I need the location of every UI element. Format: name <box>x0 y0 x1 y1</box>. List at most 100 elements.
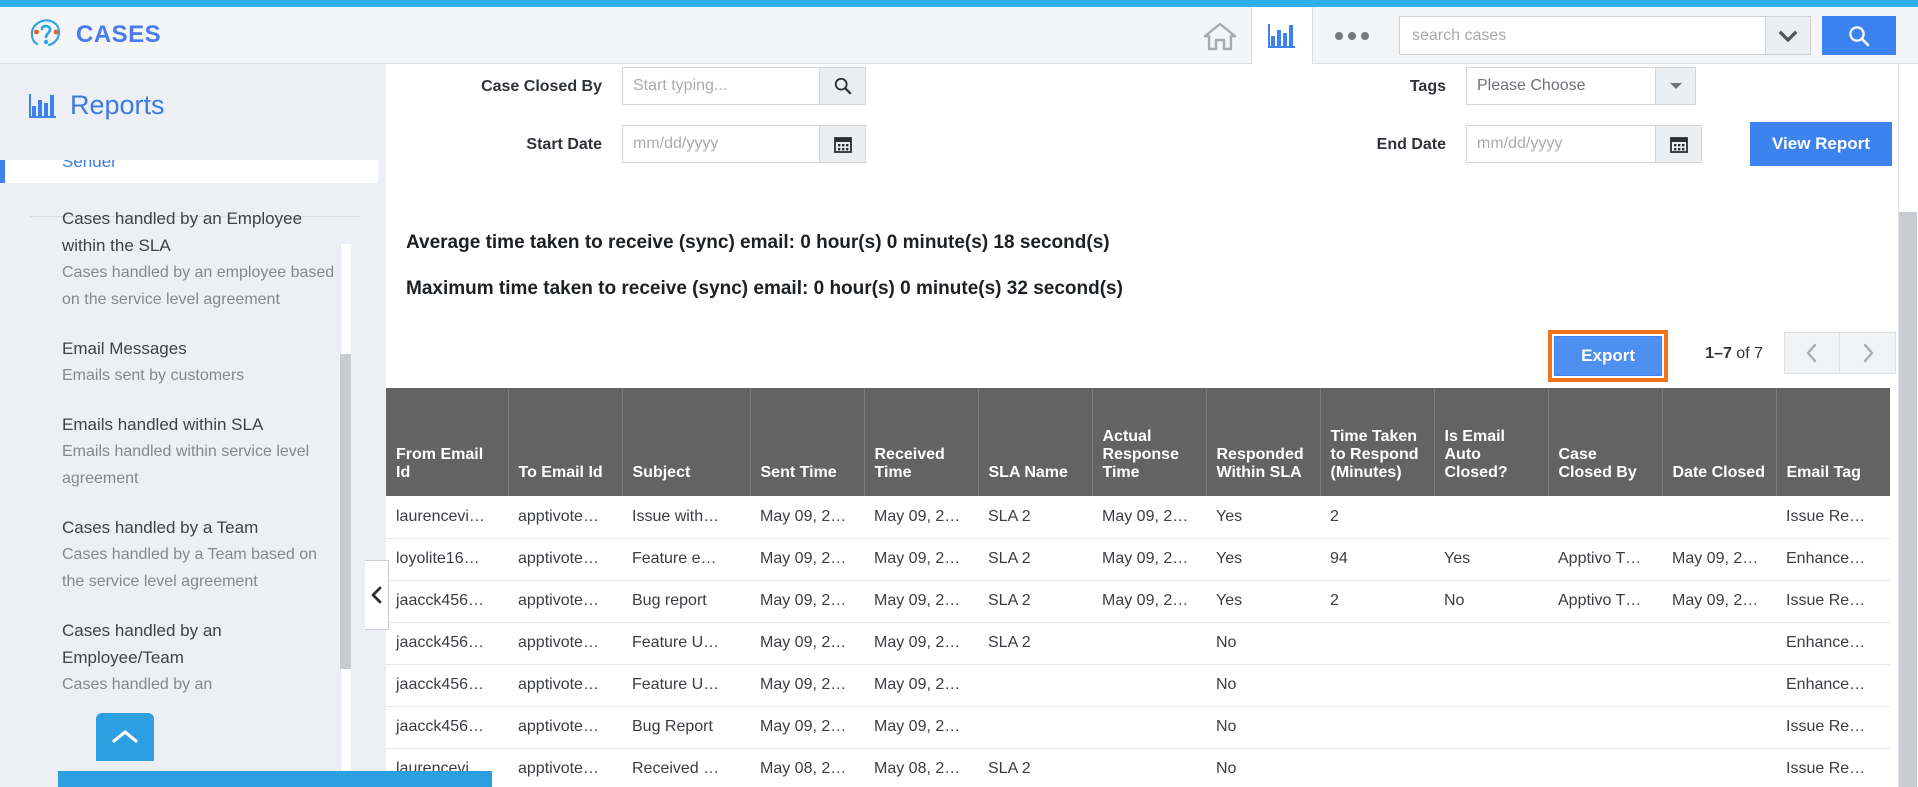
next-page-button[interactable] <box>1840 332 1896 374</box>
start-date-input[interactable] <box>622 125 820 163</box>
table-cell <box>1320 622 1434 665</box>
sidebar-item-sender[interactable]: Sender <box>0 160 378 183</box>
start-date-label: Start Date <box>526 136 602 153</box>
table-row[interactable]: laurencevi… apptivote… Issue with… May 09, … <box>386 496 1890 539</box>
report-main-panel: Case Closed By Tags Please Choose <box>386 64 1918 787</box>
reports-sidebar: Reports Sender Cases handled by an Emplo… <box>0 64 378 787</box>
table-cell <box>1662 706 1776 749</box>
sidebar-collapse-toggle[interactable] <box>365 560 389 630</box>
table-cell: Yes <box>1434 538 1548 581</box>
table-cell: apptivote… <box>508 580 622 623</box>
col-sla-name[interactable]: SLA Name <box>978 388 1093 496</box>
table-cell: May 09, 2… <box>1092 580 1206 623</box>
report-desc: Emails sent by customers <box>62 367 245 384</box>
table-cell: May 09, 2… <box>1092 496 1206 539</box>
table-cell <box>1662 664 1776 707</box>
table-cell: Enhance… <box>1776 622 1890 665</box>
table-cell: apptivote… <box>508 706 622 749</box>
tags-select[interactable]: Please Choose <box>1466 67 1656 105</box>
col-is-email-auto-closed[interactable]: Is Email Auto Closed? <box>1434 388 1549 496</box>
table-cell <box>1662 748 1776 787</box>
global-search <box>1399 16 1896 55</box>
table-row[interactable]: jaacck456… apptivote… Feature U… May 09, 2…… <box>386 622 1890 665</box>
sidebar-item-email-messages[interactable]: Email Messages Emails sent by customers <box>0 335 378 389</box>
pagination-total: of 7 <box>1731 345 1763 362</box>
caret-down-icon[interactable] <box>1656 67 1696 105</box>
report-filters: Case Closed By Tags Please Choose <box>386 64 1918 188</box>
start-date-calendar-icon[interactable] <box>820 125 866 163</box>
col-received-time[interactable]: Received Time <box>864 388 979 496</box>
chevron-left-icon <box>370 586 384 604</box>
sidebar-item-cases-handled-employee-team[interactable]: Cases handled by an Employee/Team Cases … <box>0 617 378 698</box>
search-button[interactable] <box>1822 16 1896 55</box>
col-case-closed-by[interactable]: Case Closed By <box>1548 388 1663 496</box>
chevron-right-icon <box>1860 342 1876 364</box>
col-responded-within-sla[interactable]: Responded Within SLA <box>1206 388 1321 496</box>
tags-select-value: Please Choose <box>1477 77 1586 94</box>
case-closed-by-search-icon[interactable] <box>820 67 866 105</box>
table-row[interactable]: laurencevi… apptivote… Received … May 08, 2… <box>386 748 1890 787</box>
sidebar-item-cases-handled-team[interactable]: Cases handled by a Team Cases handled by… <box>0 514 378 595</box>
scroll-to-top-button[interactable] <box>96 713 154 761</box>
pagination-range: 1–7 <box>1705 345 1732 362</box>
table-cell: jaacck456… <box>386 706 508 749</box>
col-subject[interactable]: Subject <box>622 388 751 496</box>
table-header-row: From Email Id To Email Id Subject Sent T… <box>386 388 1890 496</box>
table-cell: Apptivo T… <box>1548 580 1662 623</box>
col-sent-time[interactable]: Sent Time <box>750 388 865 496</box>
table-cell: Received … <box>622 748 750 787</box>
prev-page-button[interactable] <box>1784 332 1840 374</box>
export-button[interactable]: Export <box>1554 336 1662 376</box>
report-toolbar: Export 1–7 of 7 <box>386 324 1918 388</box>
reports-icon[interactable] <box>1251 7 1313 64</box>
col-email-tag[interactable]: Email Tag <box>1776 388 1890 496</box>
col-to-email-id[interactable]: To Email Id <box>508 388 623 496</box>
col-from-email-id[interactable]: From Email Id <box>386 388 509 496</box>
table-cell <box>1434 496 1548 539</box>
table-cell: Bug report <box>622 580 750 623</box>
table-cell <box>1092 748 1206 787</box>
col-time-taken-to-respond[interactable]: Time Taken to Respond (Minutes) <box>1320 388 1435 496</box>
table-cell <box>1434 664 1548 707</box>
sidebar-scrollbar-thumb[interactable] <box>340 354 351 669</box>
sidebar-item-cases-handled-employee-sla[interactable]: Cases handled by an Employee within the … <box>0 205 378 313</box>
table-cell: May 09, 2… <box>750 538 864 581</box>
table-row[interactable]: jaacck456… apptivote… Feature U… May 09, 2…… <box>386 664 1890 707</box>
table-cell <box>978 706 1092 749</box>
table-cell: No <box>1206 748 1320 787</box>
table-cell: Issue with… <box>622 496 750 539</box>
table-cell: SLA 2 <box>978 496 1092 539</box>
sidebar-item-emails-handled-sla[interactable]: Emails handled within SLA Emails handled… <box>0 411 378 492</box>
page-title: Reports <box>70 90 165 120</box>
report-name: Cases handled by an Employee/Team <box>62 621 222 667</box>
view-report-button[interactable]: View Report <box>1750 122 1892 166</box>
col-date-closed[interactable]: Date Closed <box>1662 388 1777 496</box>
table-row[interactable]: jaacck456… apptivote… Bug Report May 09, 2…… <box>386 706 1890 749</box>
tags-label: Tags <box>1409 78 1446 95</box>
table-cell: No <box>1434 580 1548 623</box>
table-cell: No <box>1206 622 1320 665</box>
table-cell: Feature e… <box>622 538 750 581</box>
brand[interactable]: CASES <box>28 16 161 54</box>
end-date-calendar-icon[interactable] <box>1656 125 1702 163</box>
table-cell: jaacck456… <box>386 622 508 665</box>
table-cell <box>1662 496 1776 539</box>
table-cell: Enhance… <box>1776 538 1890 581</box>
case-closed-by-input[interactable] <box>622 67 820 105</box>
table-cell: apptivote… <box>508 622 622 665</box>
col-actual-response-time[interactable]: Actual Response Time <box>1092 388 1207 496</box>
table-cell: apptivote… <box>508 664 622 707</box>
table-row[interactable]: loyolite16… apptivote… Feature e… May 09, 2… <box>386 538 1890 581</box>
table-cell: apptivote… <box>508 538 622 581</box>
table-cell: May 09, 2… <box>750 706 864 749</box>
table-cell <box>1434 706 1548 749</box>
table-row[interactable]: jaacck456… apptivote… Bug report May 09, 2…… <box>386 580 1890 623</box>
report-name: Email Messages <box>62 339 187 358</box>
home-icon[interactable] <box>1189 7 1251 64</box>
end-date-input[interactable] <box>1466 125 1656 163</box>
ellipsis-icon[interactable] <box>1313 31 1391 40</box>
table-cell <box>1548 664 1662 707</box>
chevron-down-icon[interactable] <box>1765 16 1811 55</box>
main-scrollbar-thumb[interactable] <box>1899 212 1917 787</box>
search-input[interactable] <box>1399 16 1765 55</box>
